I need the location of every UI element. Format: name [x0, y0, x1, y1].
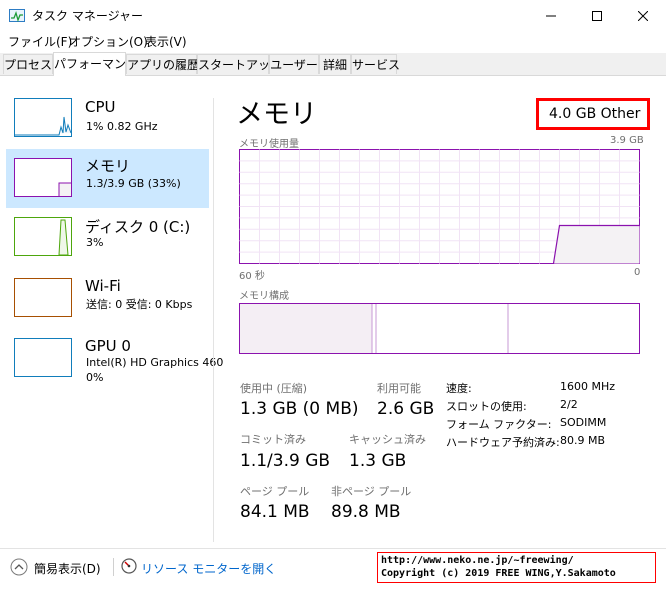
cached-value: 1.3 GB [349, 451, 407, 471]
page-title: メモリ [236, 99, 317, 130]
committed-value: 1.1/3.9 GB [240, 451, 331, 471]
maximize-icon [592, 10, 602, 21]
gpu-thumbnail-graph [14, 338, 72, 377]
cpu-thumbnail-graph [14, 98, 72, 137]
available-value: 2.6 GB [377, 399, 435, 419]
sidebar-item-value: 1% 0.82 GHz [86, 120, 158, 133]
window-title: タスク マネージャー [32, 9, 143, 23]
tab-details[interactable]: 詳細 [319, 54, 351, 74]
menu-view[interactable]: 表示(V) [145, 33, 187, 50]
credit-box: http://www.neko.ne.jp/~freewing/ Copyrig… [377, 552, 656, 583]
menu-options[interactable]: オプション(O) [69, 33, 148, 50]
close-icon [638, 10, 648, 21]
slots-value: 2/2 [560, 398, 578, 411]
memory-composition-bar [239, 303, 640, 354]
slots-label: スロットの使用: [446, 400, 527, 413]
paged-pool-label: ページ プール [240, 485, 310, 498]
tab-users[interactable]: ユーザー [269, 54, 319, 74]
usage-graph-x-right: 0 [634, 267, 641, 278]
footer-separator [113, 558, 114, 576]
sidebar-item-value-2: 0% [86, 371, 104, 384]
usage-graph-x-left: 60 秒 [239, 271, 265, 282]
chevron-up-icon[interactable] [10, 558, 28, 580]
sidebar-item-cpu[interactable]: CPU 1% 0.82 GHz [6, 94, 209, 150]
sidebar-item-label: ディスク 0 (C:) [85, 218, 191, 236]
footer-divider [0, 548, 666, 549]
sidebar-item-value: 1.3/3.9 GB (33%) [86, 177, 181, 190]
sidebar-item-label: Wi-Fi [85, 277, 121, 295]
composition-in-use-segment [240, 304, 372, 353]
in-use-value: 1.3 GB (0 MB) [240, 399, 359, 419]
minimize-icon [546, 15, 556, 16]
form-factor-label: フォーム ファクター: [446, 418, 552, 431]
sidebar-item-label: メモリ [85, 157, 131, 175]
nonpaged-pool-label: 非ページ プール [331, 485, 412, 498]
sidebar-item-gpu[interactable]: GPU 0 Intel(R) HD Graphics 460 0% [6, 333, 223, 393]
speed-label: 速度: [446, 382, 472, 395]
wifi-thumbnail-graph [14, 278, 72, 317]
memory-total-label: 4.0 GB Other [549, 106, 641, 122]
sidebar-item-label: GPU 0 [85, 337, 131, 355]
tab-performance[interactable]: パフォーマンス [53, 52, 138, 76]
usage-graph-label: メモリ使用量 [239, 139, 299, 150]
tab-processes[interactable]: プロセス [3, 54, 53, 74]
cached-label: キャッシュ済み [349, 433, 426, 446]
maximize-button[interactable] [574, 0, 620, 31]
usage-area [553, 225, 640, 264]
tab-services[interactable]: サービス [351, 54, 400, 74]
fewer-details-button[interactable]: 簡易表示(D) [34, 560, 101, 577]
nonpaged-pool-value: 89.8 MB [331, 502, 401, 522]
available-label: 利用可能 [377, 382, 421, 395]
close-button[interactable] [620, 0, 666, 31]
sidebar-item-value: Intel(R) HD Graphics 460 [86, 356, 224, 369]
composition-graph-label: メモリ構成 [239, 291, 289, 302]
hardware-reserved-label: ハードウェア予約済み: [446, 436, 560, 449]
disk-thumbnail-graph [14, 217, 72, 256]
sidebar-item-disk[interactable]: ディスク 0 (C:) 3% [6, 212, 209, 268]
sidebar-item-value: 3% [86, 236, 104, 249]
memory-usage-graph [239, 149, 640, 264]
form-factor-value: SODIMM [560, 416, 607, 429]
menu-file[interactable]: ファイル(F) [8, 33, 72, 50]
memory-thumbnail-graph [14, 158, 72, 197]
committed-label: コミット済み [240, 433, 306, 446]
credit-url: http://www.neko.ne.jp/~freewing/ [381, 555, 574, 566]
resource-monitor-icon [121, 558, 137, 578]
tab-startup[interactable]: スタートアップ [197, 54, 282, 74]
paged-pool-value: 84.1 MB [240, 502, 310, 522]
usage-graph-max: 3.9 GB [610, 135, 644, 146]
sidebar-item-value: 送信: 0 受信: 0 Kbps [86, 298, 193, 311]
in-use-label: 使用中 (圧縮) [240, 382, 308, 395]
speed-value: 1600 MHz [560, 380, 616, 393]
open-resource-monitor-link[interactable]: リソース モニターを開く [141, 560, 276, 577]
sidebar-item-label: CPU [85, 98, 116, 116]
sidebar-item-memory[interactable]: メモリ 1.3/3.9 GB (33%) [6, 149, 209, 208]
hardware-reserved-value: 80.9 MB [560, 434, 606, 447]
tab-app-history[interactable]: アプリの履歴 [126, 54, 199, 74]
sidebar-divider [213, 98, 214, 542]
credit-copyright: Copyright (c) 2019 FREE WING,Y.Sakamoto [381, 568, 616, 579]
task-manager-icon [9, 8, 25, 23]
sidebar-item-wifi[interactable]: Wi-Fi 送信: 0 受信: 0 Kbps [6, 273, 209, 329]
minimize-button[interactable] [528, 0, 574, 31]
